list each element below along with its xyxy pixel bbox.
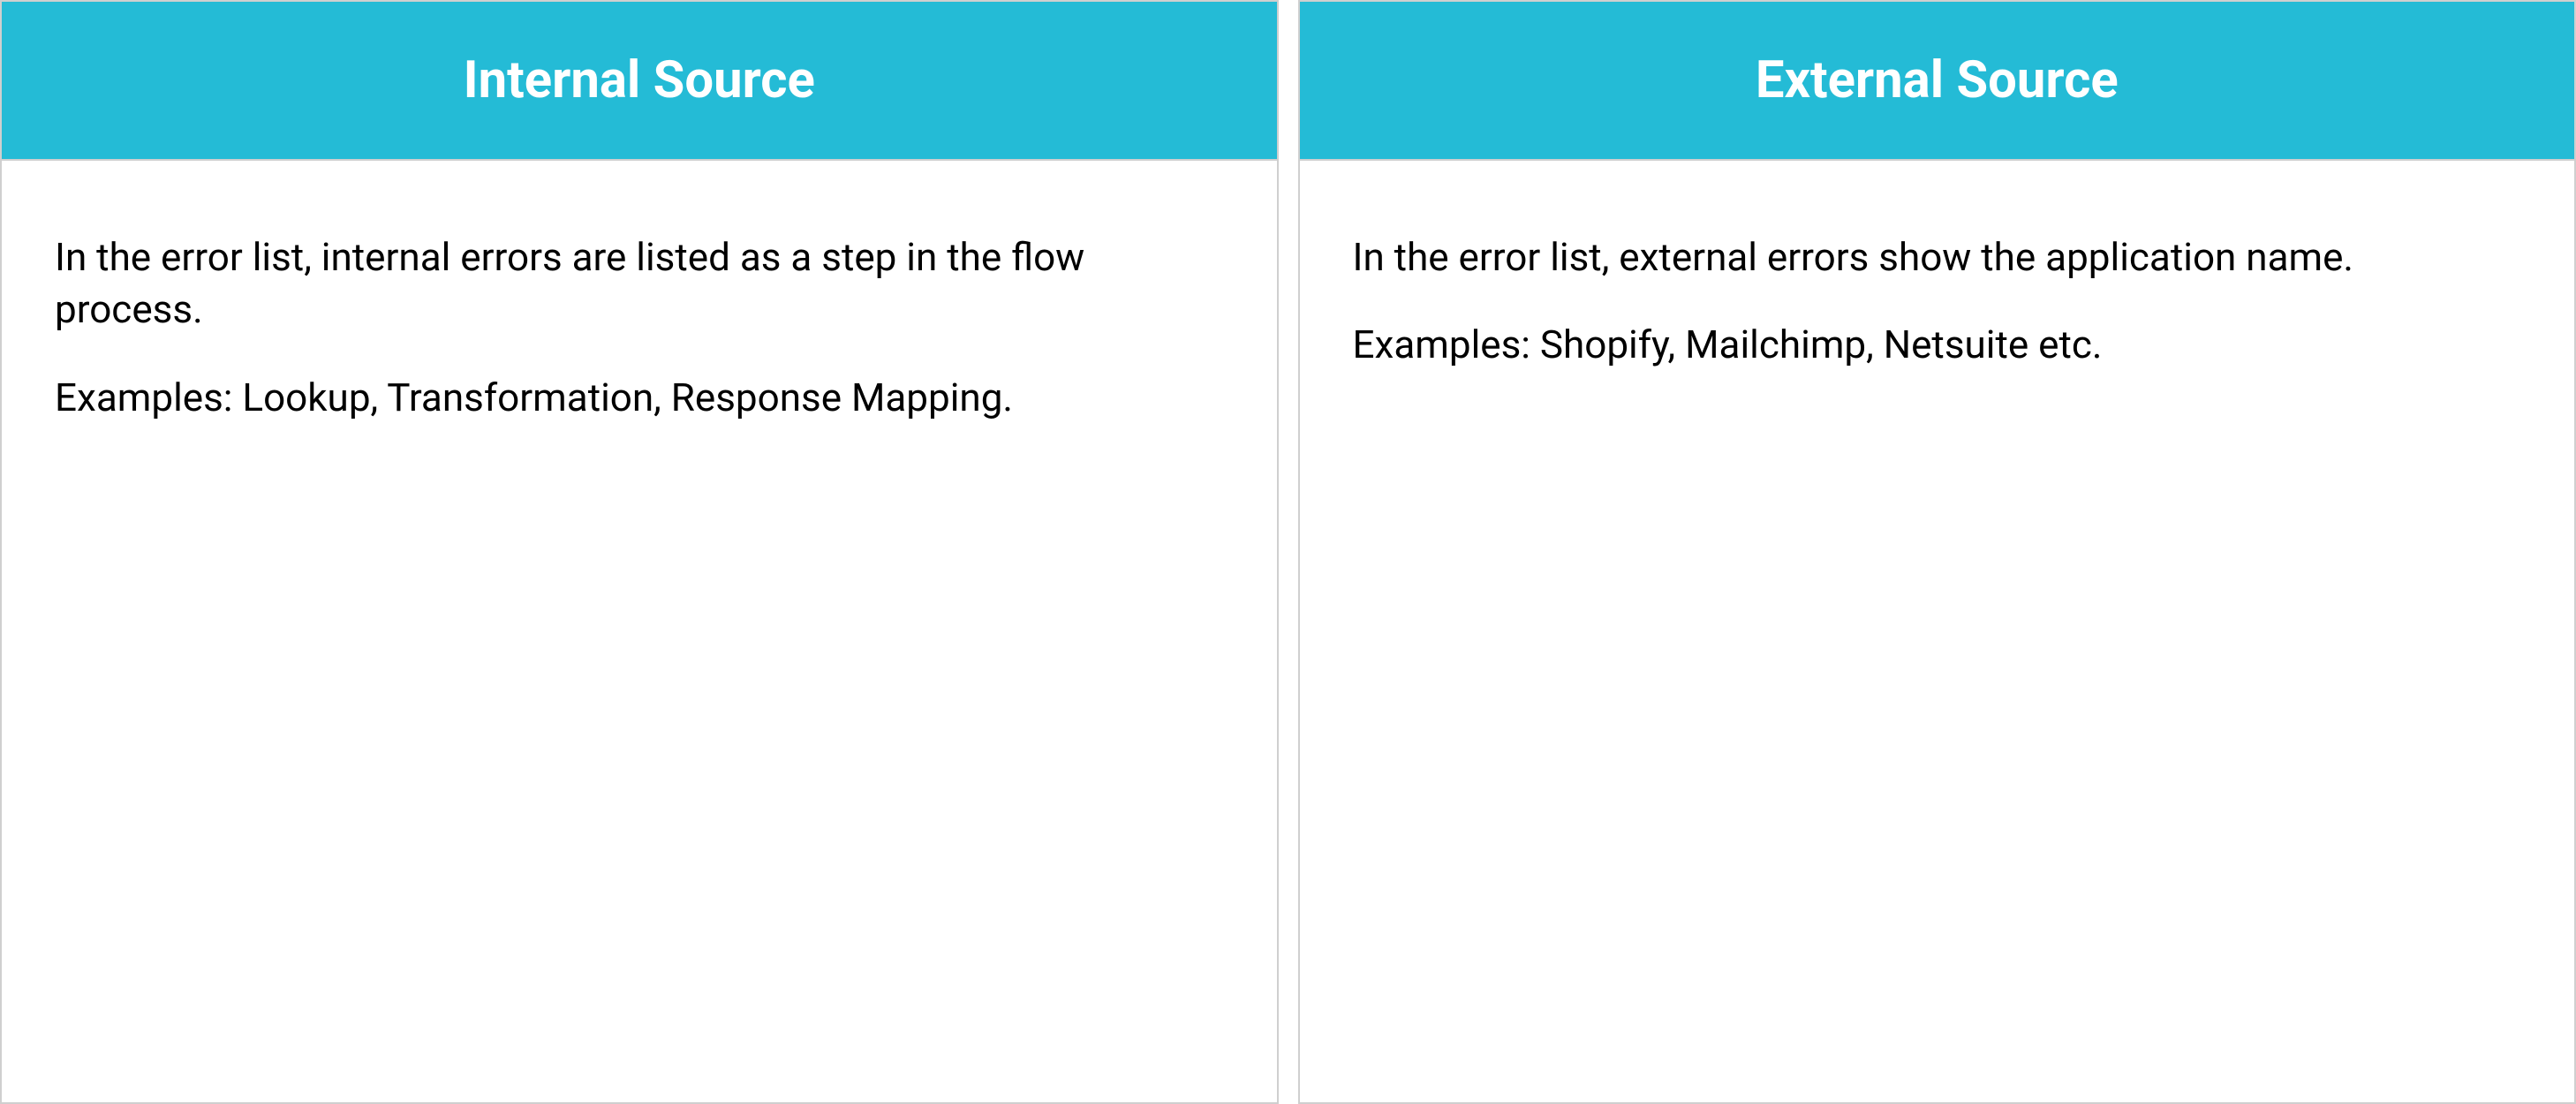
body-external-source: In the error list, external errors show … xyxy=(1300,161,2575,1102)
comparison-table: Internal Source In the error list, inter… xyxy=(0,0,2576,1104)
column-internal-source: Internal Source In the error list, inter… xyxy=(0,0,1279,1104)
column-external-source: External Source In the error list, exter… xyxy=(1298,0,2576,1104)
examples-text: Examples: Lookup, Transformation, Respon… xyxy=(55,372,1224,424)
header-text: External Source xyxy=(1756,50,2119,110)
header-internal-source: Internal Source xyxy=(2,2,1277,161)
header-external-source: External Source xyxy=(1300,2,2575,161)
body-internal-source: In the error list, internal errors are l… xyxy=(2,161,1277,1102)
description-text: In the error list, internal errors are l… xyxy=(55,231,1224,336)
description-text: In the error list, external errors show … xyxy=(1353,231,2522,284)
header-text: Internal Source xyxy=(464,50,815,110)
examples-text: Examples: Shopify, Mailchimp, Netsuite e… xyxy=(1353,319,2522,371)
